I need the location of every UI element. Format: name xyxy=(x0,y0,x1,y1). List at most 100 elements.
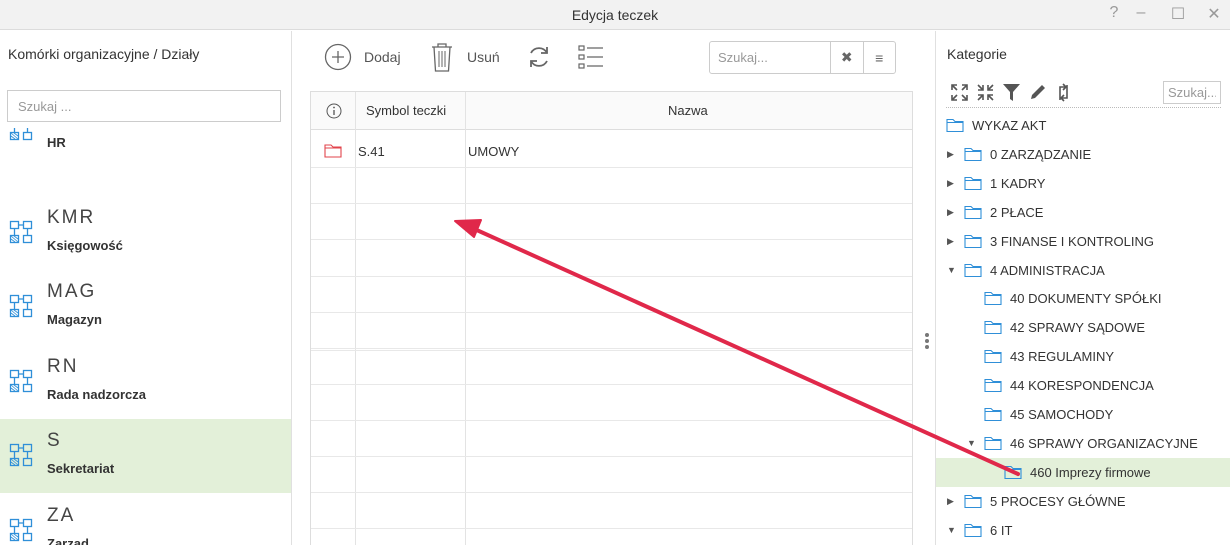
tree-expander-icon[interactable]: ▶ xyxy=(947,178,957,188)
sync-button[interactable] xyxy=(1053,82,1074,103)
tree-node[interactable]: ▼ 4 ADMINISTRACJA xyxy=(936,256,1230,285)
grid-row-divider xyxy=(311,276,912,277)
refresh-icon xyxy=(530,47,548,67)
tree-node[interactable]: 45 SAMOCHODY xyxy=(936,400,1230,429)
folder-icon xyxy=(946,118,964,133)
tree-node-label: 2 PŁACE xyxy=(990,204,1044,220)
close-button[interactable]: ✕ xyxy=(1204,4,1224,24)
categories-toolbar xyxy=(949,82,1074,104)
add-button[interactable]: Dodaj xyxy=(324,39,401,75)
tree-node[interactable]: ▼ 6 IT xyxy=(936,516,1230,545)
right-splitter-handle[interactable] xyxy=(925,333,929,351)
tree-node-label: WYKAZ AKT xyxy=(972,118,1047,133)
maximize-button[interactable]: ☐ xyxy=(1168,4,1188,24)
grid-row-divider xyxy=(311,456,912,457)
grid-row-divider xyxy=(311,348,912,349)
department-name: HR xyxy=(47,135,66,150)
department-item[interactable]: HR xyxy=(0,128,291,167)
add-label: Dodaj xyxy=(364,49,401,65)
department-item[interactable]: S Sekretariat xyxy=(0,419,291,493)
help-button[interactable]: ? xyxy=(1104,4,1124,22)
delete-button[interactable]: Usuń xyxy=(430,39,500,75)
edit-button[interactable] xyxy=(1027,82,1048,103)
filter-icon xyxy=(1003,84,1020,101)
folder-icon xyxy=(984,321,1002,335)
tree-expander-icon[interactable]: ▶ xyxy=(947,207,957,217)
departments-search-input[interactable] xyxy=(7,90,281,122)
tree-node-label: 42 SPRAWY SĄDOWE xyxy=(1010,320,1146,336)
folders-search-input[interactable] xyxy=(710,42,830,73)
tree-node[interactable]: 460 Imprezy firmowe xyxy=(936,457,1230,487)
department-name: Księgowość xyxy=(47,238,123,253)
org-chart-icon xyxy=(9,294,33,318)
departments-header: Komórki organizacyjne / Działy xyxy=(8,46,200,62)
tree-node[interactable]: WYKAZ AKT xyxy=(936,111,1230,140)
department-code: S xyxy=(47,430,62,451)
checklist-icon xyxy=(578,45,603,69)
folders-search: ✖ ≡ xyxy=(709,41,896,74)
tree-expander-icon[interactable]: ▼ xyxy=(947,265,957,275)
folder-icon xyxy=(964,234,982,248)
window-title: Edycja teczek xyxy=(571,7,659,23)
name-column-header[interactable]: Nazwa xyxy=(668,92,708,130)
collapse-all-icon xyxy=(977,84,994,101)
tree-node[interactable]: 43 REGULAMINY xyxy=(936,342,1230,371)
grid-col-divider xyxy=(355,92,356,545)
hamburger-icon: ≡ xyxy=(875,49,884,66)
info-column-header[interactable] xyxy=(326,92,342,130)
tree-node-label: 0 ZARZĄDZANIE xyxy=(990,146,1092,162)
categories-search-input[interactable] xyxy=(1163,81,1221,104)
folder-icon xyxy=(984,407,1002,422)
tree-node[interactable]: ▶ 3 FINANSE I KONTROLING xyxy=(936,227,1230,256)
department-item[interactable]: KMR Księgowość xyxy=(0,196,291,270)
folder-icon xyxy=(984,436,1002,450)
grid-row-divider xyxy=(311,420,912,421)
filter-button[interactable] xyxy=(1001,82,1022,103)
clear-search-button[interactable]: ✖ xyxy=(830,42,863,73)
delete-label: Usuń xyxy=(467,49,500,65)
expand-all-button[interactable] xyxy=(949,82,970,103)
tree-node-label: 1 KADRY xyxy=(990,175,1046,191)
tree-expander-icon[interactable]: ▼ xyxy=(967,438,977,448)
department-item[interactable]: ZA Zarząd xyxy=(0,494,291,545)
categories-header: Kategorie xyxy=(947,46,1007,62)
tree-node[interactable]: ▶ 0 ZARZĄDZANIE xyxy=(936,140,1230,169)
tree-expander-icon[interactable]: ▶ xyxy=(947,149,957,159)
tree-node-label: 6 IT xyxy=(990,522,1013,538)
tree-node-label: 3 FINANSE I KONTROLING xyxy=(990,233,1154,249)
tree-node-label: 45 SAMOCHODY xyxy=(1010,407,1114,422)
checklist-button[interactable] xyxy=(577,39,605,75)
department-item[interactable]: RN Rada nadzorcza xyxy=(0,345,291,419)
folder-icon xyxy=(964,494,982,508)
folder-icon xyxy=(964,205,982,219)
tree-node-label: 5 PROCESY GŁÓWNE xyxy=(990,493,1126,509)
refresh-button[interactable] xyxy=(526,39,552,75)
tree-node[interactable]: 42 SPRAWY SĄDOWE xyxy=(936,313,1230,342)
org-chart-icon xyxy=(9,220,33,244)
tree-node[interactable]: ▶ 2 PŁACE xyxy=(936,198,1230,227)
tree-node[interactable]: ▼ 46 SPRAWY ORGANIZACYJNE xyxy=(936,429,1230,458)
tree-node[interactable]: 44 KORESPONDENCJA xyxy=(936,371,1230,400)
window-titlebar: Edycja teczek ? – ☐ ✕ xyxy=(0,0,1230,30)
tree-expander-icon[interactable]: ▼ xyxy=(947,525,957,535)
folders-panel: Dodaj Usuń ✖ ≡ Symbol teczki Nazwa S.41 … xyxy=(293,31,933,545)
tree-node[interactable]: ▶ 5 PROCESY GŁÓWNE xyxy=(936,487,1230,516)
sync-icon xyxy=(1059,83,1068,102)
minimize-button[interactable]: – xyxy=(1131,4,1151,22)
info-icon xyxy=(326,103,342,119)
tree-expander-icon[interactable]: ▶ xyxy=(947,496,957,506)
department-name: Rada nadzorcza xyxy=(47,387,146,402)
grid-row-divider xyxy=(311,312,912,313)
collapse-all-button[interactable] xyxy=(975,82,996,103)
menu-button[interactable]: ≡ xyxy=(862,42,896,73)
tree-expander-icon[interactable]: ▶ xyxy=(947,236,957,246)
symbol-column-header[interactable]: Symbol teczki xyxy=(366,92,446,130)
tree-node[interactable]: ▶ 1 KADRY xyxy=(936,169,1230,198)
department-name: Sekretariat xyxy=(47,461,115,476)
tree-node[interactable]: 40 DOKUMENTY SPÓŁKI xyxy=(936,284,1230,313)
expand-all-icon xyxy=(951,84,968,101)
folder-icon xyxy=(964,176,982,190)
org-chart-icon xyxy=(9,443,33,467)
department-item[interactable]: MAG Magazyn xyxy=(0,270,291,344)
pencil-icon xyxy=(1031,85,1045,99)
